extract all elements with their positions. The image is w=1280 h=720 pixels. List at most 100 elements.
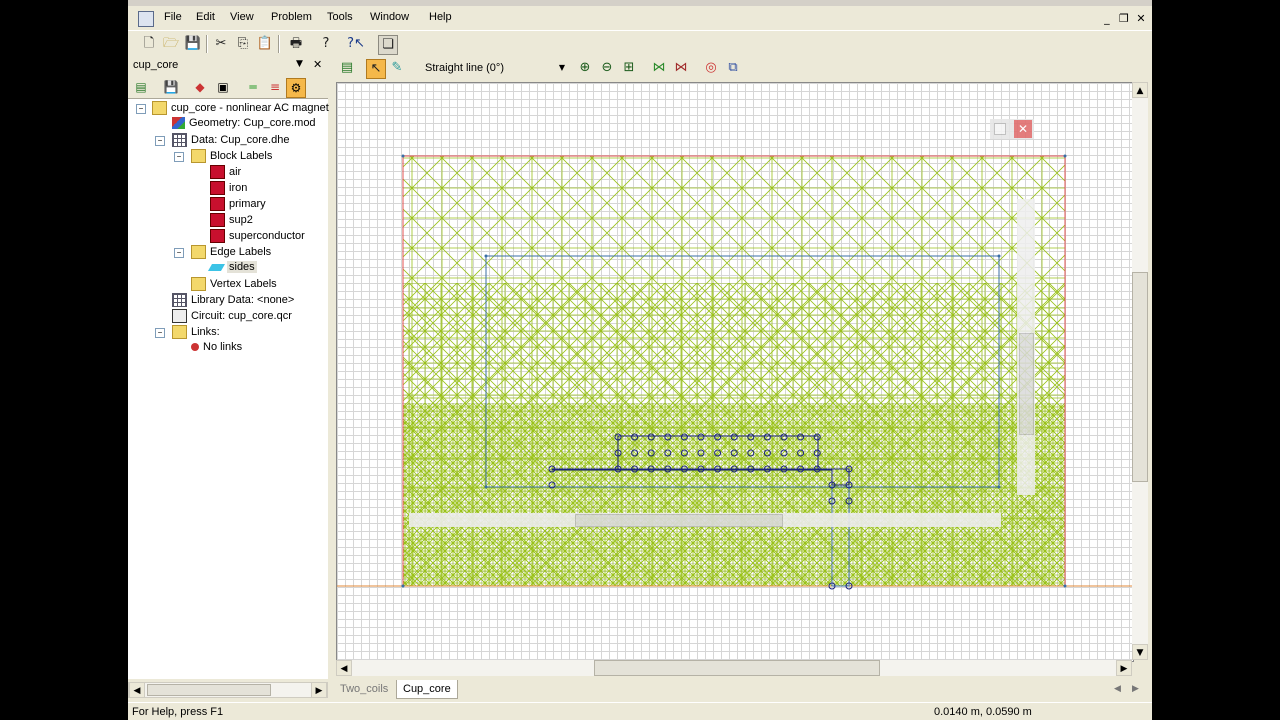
tree-edge-item[interactable]: sides — [207, 261, 257, 277]
mesh-view[interactable] — [337, 83, 1133, 661]
pane-save-icon[interactable]: 💾 — [162, 78, 180, 96]
remove-mesh-icon[interactable]: ⋈ — [672, 59, 690, 77]
scroll-thumb[interactable] — [1132, 272, 1148, 482]
copy-icon[interactable]: ⎘ — [234, 35, 252, 53]
scroll-down-icon[interactable]: ▼ — [1132, 644, 1148, 660]
analysis-icon[interactable]: ⚙ — [286, 78, 306, 98]
tree-block-item[interactable]: sup2 — [210, 213, 253, 229]
draw-icon[interactable]: ✎ — [388, 59, 406, 77]
editor-horizontal-scrollbar[interactable]: ◀ ▶ — [336, 660, 1132, 676]
toggle-pane-icon[interactable]: ▤ — [338, 59, 356, 77]
mesh-icon[interactable]: ═ — [244, 78, 262, 96]
new-problem-icon[interactable]: ▤ — [132, 78, 150, 96]
cut-icon[interactable]: ✂ — [212, 35, 230, 53]
app-system-icon[interactable] — [138, 11, 154, 27]
clipboard-window-icon[interactable]: ❏ — [378, 35, 398, 55]
tree-links[interactable]: Links: — [172, 325, 220, 341]
floating-vertical-scrollbar[interactable] — [1017, 199, 1035, 495]
tab-scroll-right-icon[interactable]: ▶ — [1132, 684, 1139, 694]
tree-library[interactable]: Library Data: <none> — [172, 293, 294, 309]
open-folder-icon[interactable]: 🗁 — [162, 35, 180, 53]
tree-data[interactable]: Data: Cup_core.dhe — [172, 133, 289, 149]
scroll-right-icon[interactable]: ▶ — [311, 682, 327, 698]
folder-icon — [191, 149, 206, 163]
tree-block-item[interactable]: iron — [210, 181, 247, 197]
select-arrow-icon[interactable]: ↖ — [366, 59, 386, 79]
menu-tools[interactable]: Tools — [327, 11, 353, 23]
corner-point — [401, 154, 405, 158]
expand-root-icon[interactable]: − — [136, 104, 146, 114]
pane-dropdown-icon[interactable]: ▼ — [296, 59, 303, 69]
problem-tree-pane: cup_core ▼ ✕ ▤ 💾 ◆ ▣ ═ ≡ ⚙ − cup_core - … — [128, 56, 329, 700]
line-type-select[interactable]: Straight line (0°) ▼ — [420, 59, 570, 77]
tree-horizontal-scrollbar[interactable]: ◀ ▶ — [128, 682, 328, 698]
scroll-thumb[interactable] — [1019, 333, 1034, 435]
mesh-fine — [403, 403, 1065, 586]
scroll-thumb[interactable] — [575, 514, 783, 527]
tree-block-labels[interactable]: Block Labels — [191, 149, 272, 165]
scroll-left-icon[interactable]: ◀ — [129, 682, 145, 698]
window-icon[interactable]: ⧉ — [724, 59, 742, 77]
application-window: File Edit View Problem Tools Window Help… — [128, 0, 1152, 720]
scroll-thumb[interactable] — [594, 660, 880, 676]
folder-icon — [191, 245, 206, 259]
tab-two-coils[interactable]: Two_coils — [334, 680, 394, 698]
scroll-right-icon[interactable]: ▶ — [1116, 660, 1132, 676]
tree-root[interactable]: cup_core - nonlinear AC magnet — [152, 101, 329, 117]
menu-window[interactable]: Window — [370, 11, 409, 23]
zoom-out-icon[interactable]: ⊖ — [598, 59, 616, 77]
restore-icon[interactable]: ❐ — [1117, 12, 1131, 25]
tree-block-item[interactable]: air — [210, 165, 241, 181]
scroll-left-icon[interactable]: ◀ — [336, 660, 352, 676]
main-toolbar: 🗋 🗁 💾 ✂ ⎘ 📋 🖶 ? ?↖ ❏ — [128, 30, 1152, 57]
menu-bar: File Edit View Problem Tools Window Help… — [128, 8, 1152, 28]
expand-edge-labels-icon[interactable]: − — [174, 248, 184, 258]
tree-geometry[interactable]: Geometry: Cup_core.mod — [172, 117, 316, 133]
chevron-down-icon[interactable]: ▼ — [555, 60, 569, 76]
corner-point — [401, 584, 405, 588]
drawing-canvas[interactable]: ✕ — [336, 82, 1134, 662]
results-icon[interactable]: ≡ — [266, 78, 284, 96]
expand-links-icon[interactable]: − — [155, 328, 165, 338]
close-icon[interactable]: ✕ — [1134, 12, 1148, 25]
menu-problem[interactable]: Problem — [271, 11, 312, 23]
minimize-icon[interactable]: _ — [1100, 12, 1114, 25]
tab-scroll-left-icon[interactable]: ◀ — [1114, 684, 1121, 694]
expand-data-icon[interactable]: − — [155, 136, 165, 146]
tree-circuit[interactable]: Circuit: cup_core.qcr — [172, 309, 292, 325]
save-icon[interactable]: 💾 — [184, 35, 202, 53]
geometry-icon[interactable]: ◆ — [191, 78, 209, 96]
zoom-fit-icon[interactable]: ⊞ — [620, 59, 638, 77]
editor-vertical-scrollbar[interactable]: ▲ ▼ — [1132, 82, 1148, 660]
print-icon[interactable]: 🖶 — [287, 35, 305, 53]
floating-scrollbar[interactable] — [409, 513, 1001, 527]
tree-vertex-labels[interactable]: Vertex Labels — [191, 277, 277, 293]
scroll-up-icon[interactable]: ▲ — [1132, 82, 1148, 98]
build-mesh-icon[interactable]: ⋈ — [650, 59, 668, 77]
line-type-value: Straight line (0°) — [425, 62, 504, 74]
pane-close-icon[interactable]: ✕ — [313, 58, 322, 71]
tree-edge-labels[interactable]: Edge Labels — [191, 245, 271, 261]
paste-icon[interactable]: 📋 — [256, 35, 274, 53]
tree-block-item[interactable]: primary — [210, 197, 266, 213]
close-icon[interactable]: ✕ — [1014, 120, 1032, 138]
target-icon[interactable]: ◎ — [702, 59, 720, 77]
maximize-icon[interactable] — [994, 123, 1006, 135]
context-help-icon[interactable]: ?↖ — [347, 35, 365, 53]
corner-point — [1063, 154, 1067, 158]
help-icon[interactable]: ? — [317, 35, 335, 53]
tab-cup-core[interactable]: Cup_core — [396, 680, 458, 699]
menu-view[interactable]: View — [230, 11, 254, 23]
menu-edit[interactable]: Edit — [196, 11, 215, 23]
expand-block-labels-icon[interactable]: − — [174, 152, 184, 162]
new-file-icon[interactable]: 🗋 — [140, 35, 158, 53]
tree-block-item[interactable]: superconductor — [210, 229, 305, 245]
table-icon — [172, 133, 187, 147]
scroll-thumb[interactable] — [147, 684, 271, 696]
pane-title: cup_core — [133, 59, 179, 71]
menu-help[interactable]: Help — [429, 11, 452, 23]
menu-file[interactable]: File — [164, 11, 182, 23]
solve-icon[interactable]: ▣ — [214, 78, 232, 96]
zoom-in-icon[interactable]: ⊕ — [576, 59, 594, 77]
tree-no-links[interactable]: No links — [191, 341, 242, 357]
